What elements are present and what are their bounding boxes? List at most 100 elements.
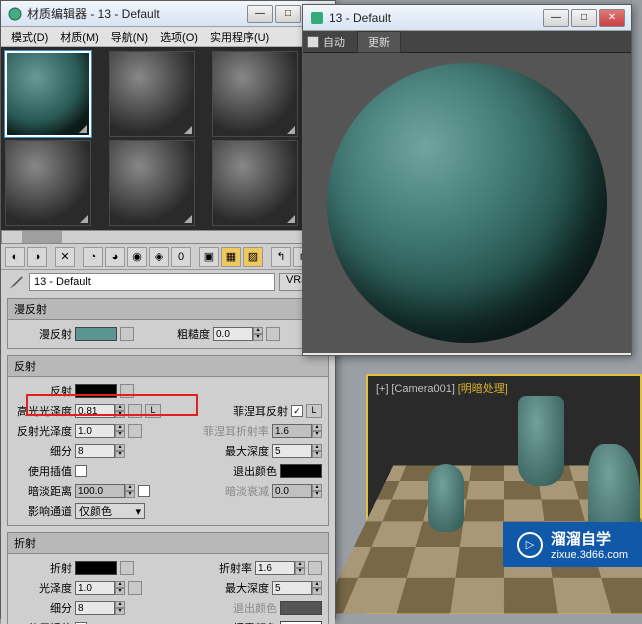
- menu-options[interactable]: 选项(O): [154, 27, 204, 46]
- reflect-map-button[interactable]: [120, 384, 134, 398]
- get-material-icon[interactable]: ◐: [5, 247, 25, 267]
- dim-distance-checkbox[interactable]: [138, 485, 150, 497]
- show-map-icon[interactable]: ▣: [199, 247, 219, 267]
- chess-rook: [518, 396, 564, 486]
- auto-label: 自动: [323, 34, 345, 50]
- auto-checkbox[interactable]: ✓: [307, 36, 319, 48]
- dim-distance-spinner[interactable]: ▴▾: [75, 484, 135, 498]
- dim-falloff-spinner[interactable]: ▴▾: [272, 484, 322, 498]
- fresnel-ior-spinner[interactable]: ▴▾: [272, 424, 322, 438]
- titlebar[interactable]: 材质编辑器 - 13 - Default — □ ✕: [1, 1, 335, 27]
- camera-viewport[interactable]: [+] [Camera001] [明暗处理]: [366, 374, 642, 614]
- sample-scrollbar[interactable]: [1, 230, 335, 244]
- refract-exit-label: 退出颜色: [233, 600, 277, 616]
- maximize-button[interactable]: □: [275, 5, 301, 23]
- affect-channels-combo[interactable]: 仅颜色▾: [75, 503, 145, 519]
- reflect-gloss-label: 反射光泽度: [14, 423, 72, 439]
- refract-subdiv-spinner[interactable]: ▴▾: [75, 601, 125, 615]
- refract-maxdepth-spinner[interactable]: ▴▾: [272, 581, 322, 595]
- preview-titlebar[interactable]: 13 - Default — □ ✕: [303, 5, 631, 31]
- put-scene-icon[interactable]: ◑: [27, 247, 47, 267]
- affect-channels-label: 影响通道: [14, 503, 72, 519]
- make-unique-icon[interactable]: ◉: [127, 247, 147, 267]
- diffuse-rollout-title[interactable]: 漫反射: [8, 299, 328, 320]
- hilight-lock-button[interactable]: L: [145, 404, 161, 418]
- refract-ior-map-button[interactable]: [308, 561, 322, 575]
- id-icon[interactable]: 0: [171, 247, 191, 267]
- refract-subdiv-label: 细分: [14, 600, 72, 616]
- update-button[interactable]: 更新: [357, 31, 401, 53]
- preview-minimize-button[interactable]: —: [543, 9, 569, 27]
- viewport-shading[interactable]: [明暗处理]: [458, 383, 508, 395]
- hilight-gloss-spinner[interactable]: ▴▾: [75, 404, 125, 418]
- viewport-camera[interactable]: [Camera001]: [391, 383, 455, 395]
- reflect-exit-swatch[interactable]: [280, 464, 322, 478]
- menubar: 模式(D) 材质(M) 导航(N) 选项(O) 实用程序(U): [1, 27, 335, 47]
- sample-slot-2[interactable]: [109, 51, 195, 137]
- roughness-spinner[interactable]: ▴▾: [213, 327, 263, 341]
- reflect-maxdepth-label: 最大深度: [225, 443, 269, 459]
- app-icon: [7, 6, 23, 22]
- reflect-color-swatch[interactable]: [75, 384, 117, 398]
- reflect-subdiv-label: 细分: [14, 443, 72, 459]
- preview-sphere: [327, 63, 607, 343]
- reflect-subdiv-spinner[interactable]: ▴▾: [75, 444, 125, 458]
- refract-rollout-title[interactable]: 折射: [8, 533, 328, 554]
- background-toggle-icon[interactable]: ▨: [243, 247, 263, 267]
- menu-mode[interactable]: 模式(D): [5, 27, 54, 46]
- refract-ior-label: 折射率: [219, 560, 252, 576]
- fresnel-label: 菲涅耳反射: [233, 403, 288, 419]
- viewport-expand[interactable]: [+]: [376, 383, 389, 395]
- minimize-button[interactable]: —: [247, 5, 273, 23]
- watermark: ▷ 溜溜自学 zixue.3d66.com: [503, 522, 642, 567]
- reflect-gloss-map-button[interactable]: [128, 424, 142, 438]
- sample-slot-5[interactable]: [109, 140, 195, 226]
- sample-slot-4[interactable]: [5, 140, 91, 226]
- diffuse-rollout: 漫反射 漫反射 粗糙度 ▴▾: [7, 298, 329, 349]
- eyedropper-icon[interactable]: [7, 273, 25, 291]
- preview-maximize-button[interactable]: □: [571, 9, 597, 27]
- reflect-interp-checkbox[interactable]: [75, 465, 87, 477]
- chess-pawn: [428, 464, 464, 532]
- refract-ior-spinner[interactable]: ▴▾: [255, 561, 305, 575]
- hilight-map-button[interactable]: [128, 404, 142, 418]
- reflect-rollout-title[interactable]: 反射: [8, 356, 328, 377]
- copy-icon[interactable]: ◕: [105, 247, 125, 267]
- preview-title: 13 - Default: [329, 11, 543, 25]
- put-library-icon[interactable]: ◈: [149, 247, 169, 267]
- reflect-maxdepth-spinner[interactable]: ▴▾: [272, 444, 322, 458]
- preview-close-button[interactable]: ✕: [599, 9, 625, 27]
- menu-material[interactable]: 材质(M): [54, 27, 105, 46]
- roughness-label: 粗糙度: [160, 326, 210, 342]
- refract-maxdepth-label: 最大深度: [225, 580, 269, 596]
- refract-exit-swatch[interactable]: [280, 601, 322, 615]
- sample-slot-1[interactable]: [5, 51, 91, 137]
- play-icon: ▷: [517, 532, 543, 558]
- fresnel-lock-button[interactable]: L: [306, 404, 322, 418]
- fresnel-checkbox[interactable]: ✓: [291, 405, 303, 417]
- menu-utilities[interactable]: 实用程序(U): [204, 27, 275, 46]
- dim-falloff-label: 暗淡衰减: [225, 483, 269, 499]
- diffuse-color-swatch[interactable]: [75, 327, 117, 341]
- material-name-row: VRayM: [1, 270, 335, 294]
- refract-gloss-map-button[interactable]: [128, 581, 142, 595]
- preview-toolbar: ✓ 自动 更新: [303, 31, 631, 53]
- diffuse-map-button[interactable]: [120, 327, 134, 341]
- preview-body: [303, 53, 631, 353]
- menu-navigate[interactable]: 导航(N): [105, 27, 154, 46]
- material-name-input[interactable]: [29, 273, 275, 291]
- reset-icon[interactable]: ◔: [83, 247, 103, 267]
- roughness-map-button[interactable]: [266, 327, 280, 341]
- refract-map-button[interactable]: [120, 561, 134, 575]
- refract-gloss-spinner[interactable]: ▴▾: [75, 581, 125, 595]
- reflect-gloss-spinner[interactable]: ▴▾: [75, 424, 125, 438]
- refract-color-swatch[interactable]: [75, 561, 117, 575]
- sample-slot-6[interactable]: [212, 140, 298, 226]
- fog-color-label: 烟雾颜色: [233, 620, 277, 624]
- window-title: 材质编辑器 - 13 - Default: [27, 5, 247, 22]
- viewport-label[interactable]: [+] [Camera001] [明暗处理]: [376, 380, 508, 396]
- assign-icon[interactable]: ✕: [55, 247, 75, 267]
- sample-slot-3[interactable]: [212, 51, 298, 137]
- go-parent-icon[interactable]: ↰: [271, 247, 291, 267]
- show-result-icon[interactable]: ▦: [221, 247, 241, 267]
